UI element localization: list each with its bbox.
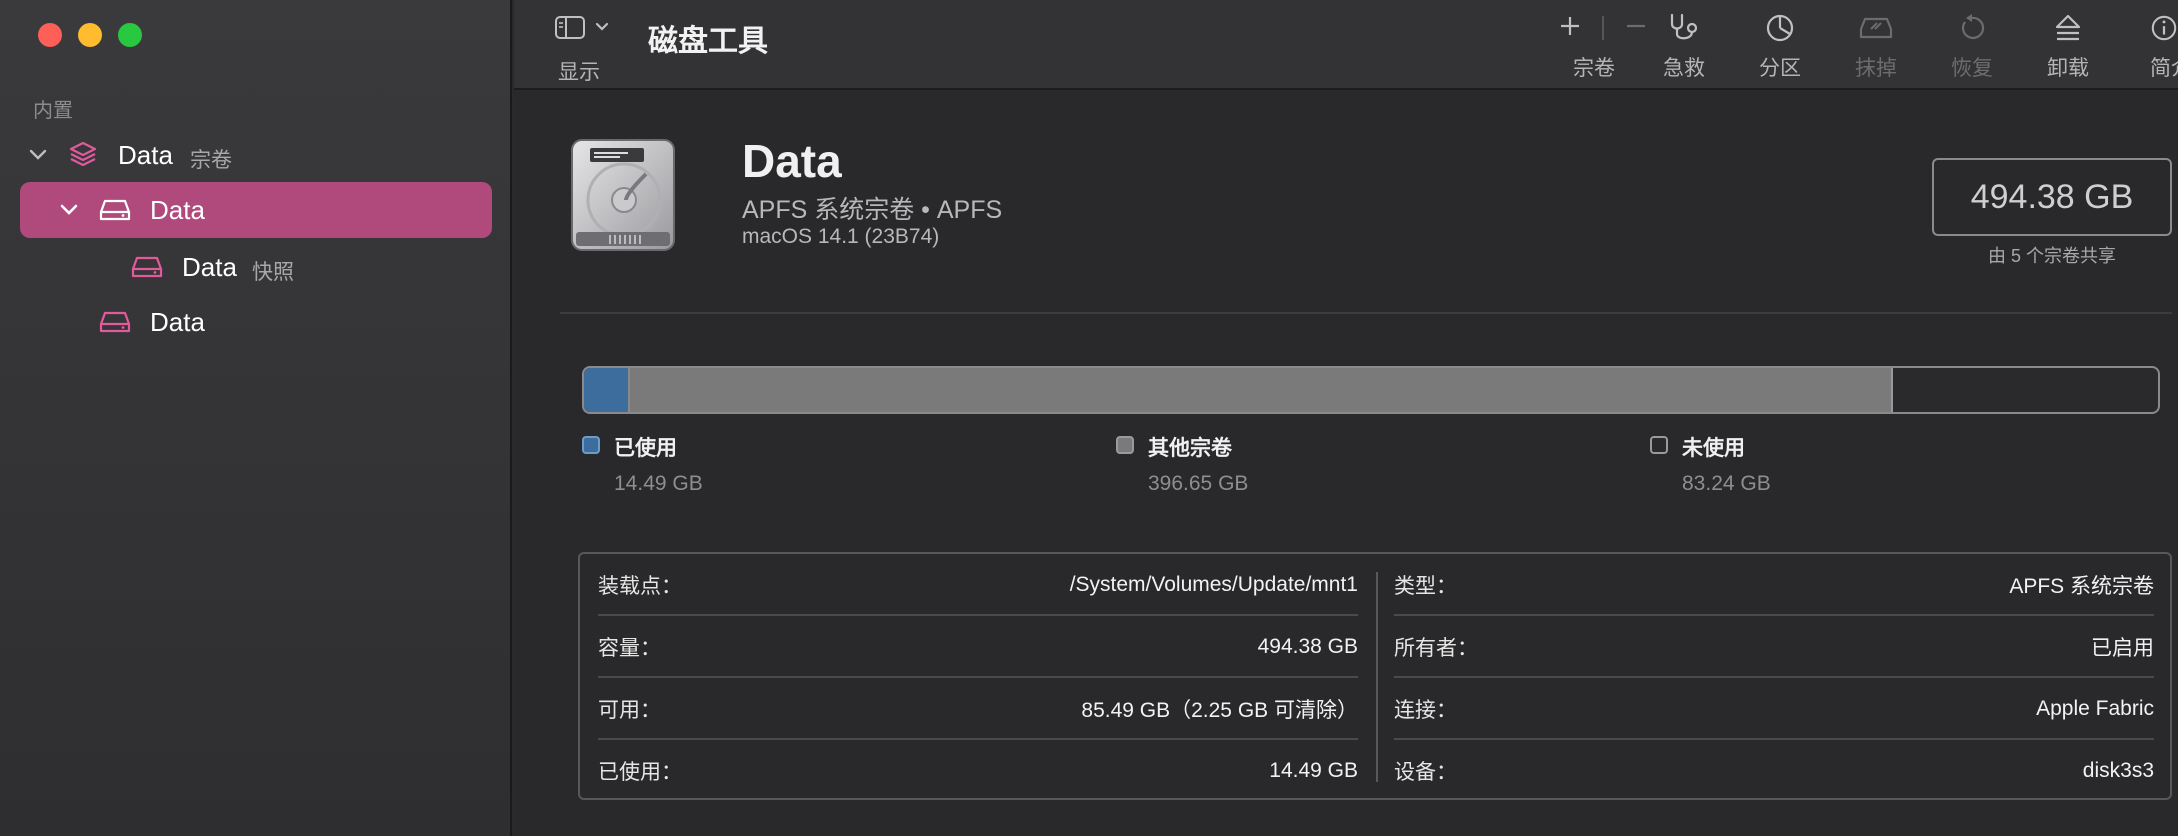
info-row-mount-point: 装载点： /System/Volumes/Update/mnt1	[598, 554, 1358, 616]
sidebar-item-sublabel: 快照	[252, 261, 294, 284]
info-value: APFS 系统宗卷	[2009, 575, 2154, 598]
legend-swatch-used	[582, 436, 600, 454]
unmount-label: 卸载	[2047, 57, 2089, 80]
first-aid-label: 急救	[1663, 57, 1705, 80]
zoom-button[interactable]	[118, 23, 142, 47]
stethoscope-icon	[1670, 13, 1698, 40]
info-value: 85.49 GB（2.25 GB 可清除）	[1081, 699, 1358, 722]
sidebar-item-snapshot[interactable]: Data 快照	[20, 239, 492, 295]
info-key: 已使用：	[598, 761, 682, 784]
legend-used-label: 已使用	[614, 437, 677, 460]
sidebar-item-label: Data	[150, 306, 205, 337]
close-button[interactable]	[38, 23, 62, 47]
traffic-lights	[38, 23, 142, 47]
header-divider	[560, 312, 2172, 314]
legend-used-value: 14.49 GB	[614, 472, 703, 495]
legend-swatch-other	[1116, 436, 1134, 454]
volume-os-line: macOS 14.1 (23B74)	[742, 225, 940, 248]
volume-type-line: APFS 系统宗卷 • APFS	[742, 196, 1003, 224]
disk-icon	[130, 252, 164, 282]
pie-chart-icon	[1766, 14, 1794, 42]
sidebar-item-label: Data	[182, 251, 237, 282]
info-value: Apple Fabric	[2036, 697, 2154, 720]
legend-free-label: 未使用	[1682, 437, 1745, 460]
info-table: 装载点： /System/Volumes/Update/mnt1 容量： 494…	[578, 552, 2172, 800]
info-key: 所有者：	[1394, 637, 1478, 660]
eject-icon	[2055, 14, 2081, 41]
add-volume-button[interactable]	[1558, 14, 1582, 43]
internal-disk-icon	[566, 136, 680, 256]
info-key: 装载点：	[598, 575, 682, 598]
info-row-device: 设备： disk3s3	[1394, 740, 2154, 802]
info-value: 已启用	[2091, 637, 2154, 660]
toolbar: 显示 磁盘工具 宗卷 急救 分区 抹掉 恢复 卸载 简	[514, 0, 2178, 90]
info-row-used: 已使用： 14.49 GB	[598, 740, 1358, 802]
legend-free-value: 83.24 GB	[1682, 472, 1771, 495]
disk-icon	[98, 307, 132, 337]
info-column-left: 装载点： /System/Volumes/Update/mnt1 容量： 494…	[580, 554, 1376, 798]
sidebar-item-sublabel: 宗卷	[190, 149, 232, 172]
eraser-drive-icon	[1859, 17, 1893, 39]
restore-arrow-icon	[1962, 14, 1985, 39]
first-aid-button[interactable]: 急救	[1644, 8, 1724, 84]
info-value: /System/Volumes/Update/mnt1	[1069, 573, 1358, 596]
sidebar-item-label: Data	[118, 139, 173, 170]
volume-label: 宗卷	[1573, 57, 1615, 80]
disk-icon	[98, 195, 132, 225]
usage-bar	[582, 366, 2160, 414]
info-key: 可用：	[598, 699, 661, 722]
restore-label: 恢复	[1951, 57, 1993, 80]
info-label: 简介	[2150, 57, 2178, 80]
info-row-type: 类型： APFS 系统宗卷	[1394, 554, 2154, 616]
partition-label: 分区	[1759, 57, 1801, 80]
sidebar-item-data-selected[interactable]: Data	[20, 182, 492, 238]
capacity-shared-note: 由 5 个宗卷共享	[1987, 246, 2116, 266]
info-value: 494.38 GB	[1257, 635, 1358, 658]
sidebar-item-data[interactable]: Data	[20, 294, 492, 350]
sidebar-item-container[interactable]: Data 宗卷	[20, 127, 492, 183]
erase-button[interactable]: 抹掉	[1836, 8, 1916, 84]
usage-segment-other-volumes	[630, 368, 1893, 412]
partition-button[interactable]: 分区	[1740, 8, 1820, 84]
usage-segment-free	[1893, 368, 2158, 412]
view-menu-button[interactable]: 显示	[554, 12, 624, 84]
info-key: 连接：	[1394, 699, 1457, 722]
legend-other-value: 396.65 GB	[1148, 472, 1249, 495]
info-column-right: 类型： APFS 系统宗卷 所有者： 已启用 连接： Apple Fabric …	[1376, 554, 2172, 798]
legend-other-label: 其他宗卷	[1148, 437, 1232, 460]
info-row-connection: 连接： Apple Fabric	[1394, 678, 2154, 740]
usage-segment-used	[584, 368, 631, 412]
erase-label: 抹掉	[1855, 57, 1897, 80]
sidebar-item-label: Data	[150, 194, 205, 225]
unmount-button[interactable]: 卸载	[2028, 8, 2108, 84]
sidebar-toggle-icon	[555, 16, 609, 39]
app-title: 磁盘工具	[648, 25, 768, 58]
capacity-box: 494.38 GB	[1932, 158, 2172, 236]
info-value: 14.49 GB	[1269, 759, 1358, 782]
plus-icon	[1561, 16, 1579, 35]
info-key: 容量：	[598, 637, 661, 660]
toolbar-divider	[1602, 16, 1604, 40]
info-icon	[2151, 15, 2177, 41]
view-label: 显示	[558, 61, 600, 84]
info-key: 类型：	[1394, 575, 1457, 598]
info-row-owners: 所有者： 已启用	[1394, 616, 2154, 678]
info-key: 设备：	[1394, 761, 1457, 784]
info-button[interactable]: 简介	[2124, 8, 2178, 84]
chevron-down-icon[interactable]	[29, 146, 47, 164]
sidebar: 内置 Data 宗卷 Data Data 快照 Data	[0, 0, 512, 836]
volume-button-group: 宗卷	[1534, 8, 1654, 84]
sidebar-section-internal: 内置	[33, 100, 73, 122]
minimize-button[interactable]	[78, 23, 102, 47]
volume-title: Data	[742, 135, 842, 187]
restore-button[interactable]: 恢复	[1932, 8, 2012, 84]
volume-stack-icon	[66, 140, 100, 170]
info-row-available: 可用： 85.49 GB（2.25 GB 可清除）	[598, 678, 1358, 740]
chevron-down-icon[interactable]	[60, 201, 78, 219]
disk-utility-window: 内置 Data 宗卷 Data Data 快照 Data 显示 磁盘工具 宗卷 …	[0, 0, 2178, 836]
info-row-capacity: 容量： 494.38 GB	[598, 616, 1358, 678]
main-content: Data APFS 系统宗卷 • APFS macOS 14.1 (23B74)…	[514, 92, 2178, 836]
info-value: disk3s3	[2082, 759, 2154, 782]
legend-swatch-free	[1650, 436, 1668, 454]
